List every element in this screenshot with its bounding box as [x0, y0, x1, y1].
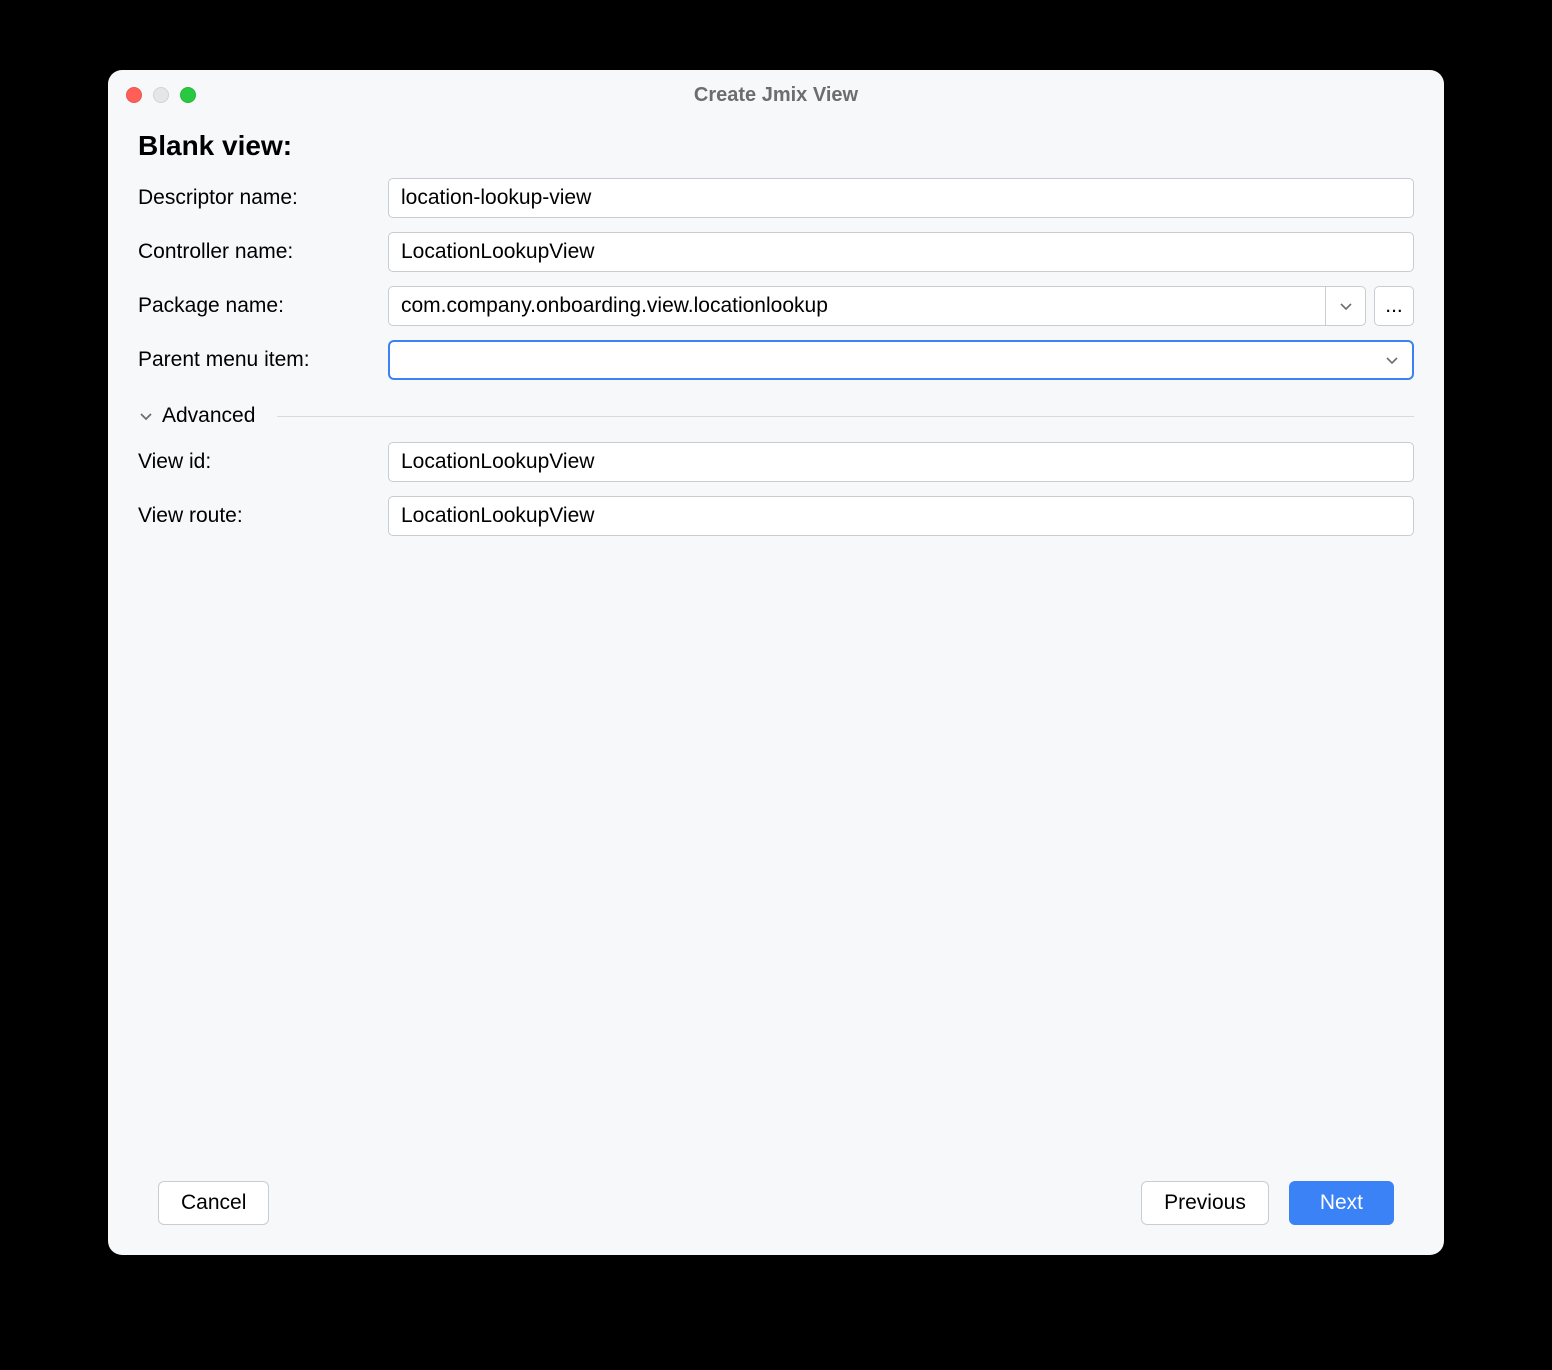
previous-button[interactable]: Previous [1141, 1181, 1269, 1225]
chevron-down-icon [138, 408, 154, 424]
ellipsis-icon: ... [1385, 294, 1403, 318]
row-package: Package name: ... [138, 286, 1414, 326]
dialog-footer: Cancel Previous Next [108, 1161, 1444, 1255]
label-descriptor: Descriptor name: [138, 186, 388, 210]
titlebar: Create Jmix View [108, 70, 1444, 120]
divider [277, 416, 1414, 417]
section-header: Blank view: [138, 130, 1414, 162]
row-view-id: View id: [138, 442, 1414, 482]
label-view-id: View id: [138, 450, 388, 474]
minimize-icon [153, 87, 169, 103]
row-view-route: View route: [138, 496, 1414, 536]
dialog-window: Create Jmix View Blank view: Descriptor … [108, 70, 1444, 1255]
next-button[interactable]: Next [1289, 1181, 1394, 1225]
maximize-icon[interactable] [180, 87, 196, 103]
cancel-button[interactable]: Cancel [158, 1181, 269, 1225]
advanced-section-toggle[interactable]: Advanced [138, 404, 1414, 428]
label-controller: Controller name: [138, 240, 388, 264]
input-descriptor[interactable] [388, 178, 1414, 218]
label-package: Package name: [138, 294, 388, 318]
label-parent-menu: Parent menu item: [138, 348, 388, 372]
row-parent-menu: Parent menu item: [138, 340, 1414, 380]
browse-button[interactable]: ... [1374, 286, 1414, 326]
row-controller: Controller name: [138, 232, 1414, 272]
input-view-route[interactable] [388, 496, 1414, 536]
close-icon[interactable] [126, 87, 142, 103]
advanced-label: Advanced [162, 404, 269, 428]
combo-parent-menu[interactable] [388, 340, 1414, 380]
input-package[interactable] [389, 287, 1325, 325]
row-descriptor: Descriptor name: [138, 178, 1414, 218]
input-view-id[interactable] [388, 442, 1414, 482]
chevron-down-icon[interactable] [1325, 287, 1365, 325]
traffic-lights [126, 87, 196, 103]
label-view-route: View route: [138, 504, 388, 528]
window-title: Create Jmix View [108, 84, 1444, 107]
chevron-down-icon[interactable] [1372, 342, 1412, 378]
input-controller[interactable] [388, 232, 1414, 272]
dialog-content: Blank view: Descriptor name: Controller … [108, 120, 1444, 1161]
input-parent-menu[interactable] [390, 342, 1372, 378]
combo-package[interactable] [388, 286, 1366, 326]
